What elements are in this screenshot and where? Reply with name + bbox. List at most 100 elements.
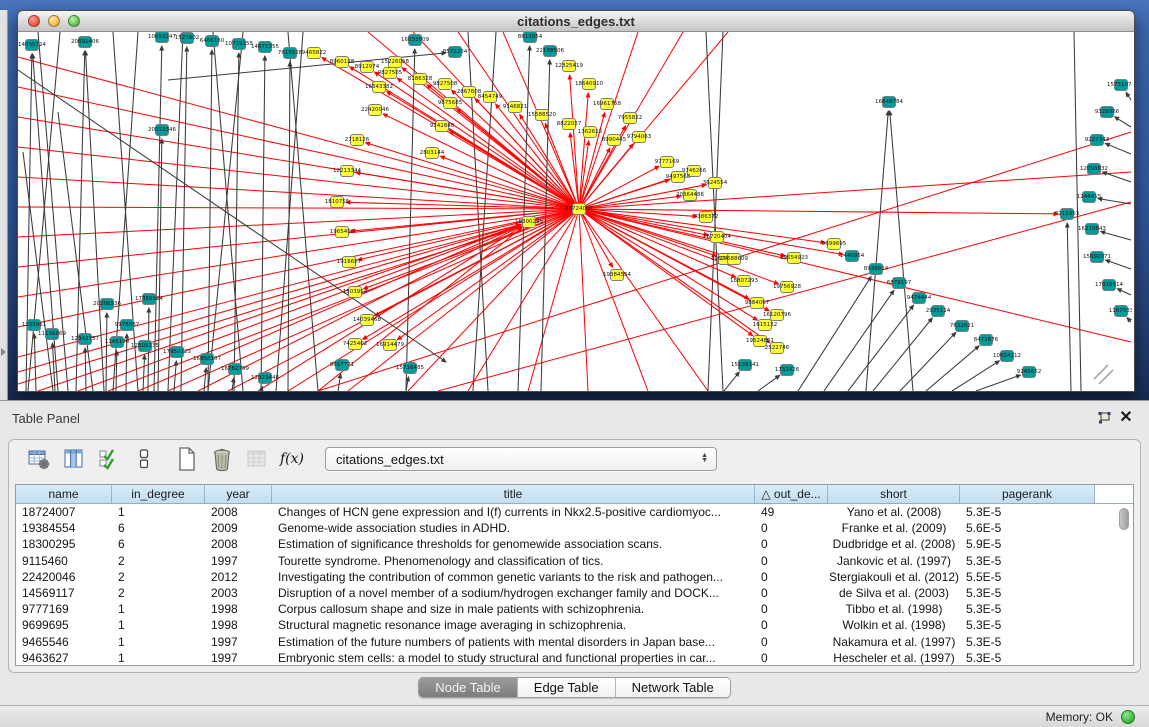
graph-edge[interactable] [579,209,588,391]
table-scrollbar[interactable] [1118,506,1130,663]
graph-edge[interactable] [85,348,86,391]
graph-edge[interactable] [208,50,212,391]
graph-edge[interactable] [926,346,979,391]
create-column-button[interactable] [173,445,201,473]
graph-edge[interactable] [1105,260,1131,269]
table-row[interactable]: 946554611997Estimation of the future num… [16,634,1133,650]
cell-title: Embryonic stem cells: a model to study s… [272,650,755,666]
show-columns-button[interactable] [60,445,88,473]
graph-edge[interactable] [758,375,780,391]
graph-edge[interactable] [18,177,579,209]
row-height-button[interactable] [130,445,158,473]
cell-pagerank: 5.5E-5 [960,569,1095,585]
graph-edge[interactable] [261,56,265,391]
memory-ok-indicator-icon [1121,710,1135,724]
graph-edge[interactable] [1102,172,1131,182]
graph-edge[interactable] [168,53,446,80]
panel-expand-arrow-icon[interactable] [1,348,6,356]
column-header-year[interactable]: year [205,485,272,503]
graph-edge[interactable] [363,209,579,339]
graph-edge[interactable] [1105,143,1131,154]
graph-node-label: 20691406 [71,39,99,45]
table-row[interactable]: 1872400712008Changes of HCN gene express… [16,504,1133,520]
graph-edge[interactable] [976,375,1021,391]
selection-mode-button[interactable] [95,445,123,473]
graph-edge[interactable] [579,209,708,391]
graph-edge[interactable] [18,209,579,237]
graph-edge[interactable] [724,372,739,391]
graph-edge[interactable] [181,47,187,391]
graph-edge[interactable] [579,196,681,209]
cell-year: 2009 [205,520,272,536]
function-builder-button[interactable]: f(x) [278,445,306,473]
graph-edge[interactable] [106,313,107,391]
cell-in_degree: 1 [112,634,205,650]
column-header-name[interactable]: name [16,485,112,503]
graph-edge[interactable] [890,111,913,391]
tab-network-table[interactable]: Network Table [616,678,730,697]
column-header-title[interactable]: title [272,485,755,503]
graph-edge[interactable] [848,305,914,391]
column-header-out_de[interactable]: △ out_de... [755,485,828,503]
graph-node-label: 1527602 [175,35,200,41]
graph-edge[interactable] [866,111,888,391]
graph-edge[interactable] [143,355,145,391]
graph-edge[interactable] [1101,231,1131,240]
table-row[interactable]: 977716911998Corpus callosum shape and si… [16,601,1133,617]
cell-out_degree: 49 [755,504,828,520]
graph-edge[interactable] [34,334,36,391]
graph-edge[interactable] [18,209,579,267]
scrollbar-thumb[interactable] [1119,508,1129,530]
network-window-titlebar[interactable]: citations_edges.txt [18,11,1134,32]
graph-edge[interactable] [116,351,117,391]
graph-edge[interactable] [952,361,999,391]
cell-name: 14569117 [16,585,112,601]
tab-node-table[interactable]: Node Table [419,678,518,697]
graph-edge[interactable] [1067,223,1071,391]
graph-node-label: 8471676 [974,337,999,343]
close-panel-button[interactable]: ✕ [1115,408,1137,428]
graph-edge[interactable] [1127,318,1131,322]
table-selector-dropdown[interactable]: citations_edges.txt ▲▼ [325,447,717,471]
citation-network-graph[interactable]: 1872400718300295977716997462669497568362… [18,32,1132,391]
graph-edge[interactable] [338,374,341,391]
graph-edge[interactable] [18,225,520,372]
column-header-pagerank[interactable]: pagerank [960,485,1095,503]
delete-column-button[interactable] [208,445,236,473]
column-header-short[interactable]: short [828,485,960,503]
graph-edge[interactable] [579,209,785,256]
table-mode-button[interactable] [25,445,53,473]
table-row[interactable]: 946362711997Embryonic stem cells: a mode… [16,650,1133,666]
graph-edge[interactable] [798,277,871,391]
graph-edge[interactable] [168,32,183,391]
table-row[interactable]: 969969511998Structural magnetic resonanc… [16,617,1133,633]
graph-node-label: 7425402 [343,341,368,347]
graph-edge[interactable] [26,54,32,391]
tab-edge-table[interactable]: Edge Table [518,678,616,697]
network-canvas[interactable]: 1872400718300295977716997462669497568362… [18,32,1134,391]
graph-edge[interactable] [579,172,1131,209]
graph-edge[interactable] [18,57,579,209]
graph-node-label: 11156869 [38,331,66,337]
float-window-icon[interactable] [1093,408,1115,428]
table-row[interactable]: 1938455462009Genome-wide association stu… [16,520,1133,536]
graph-edge[interactable] [579,209,648,391]
table-row[interactable]: 911546021997Tourette syndrome. Phenomeno… [16,553,1133,569]
graph-edge[interactable] [1117,289,1131,295]
graph-edge[interactable] [18,207,579,209]
table-row[interactable]: 1456911722003Disruption of a novel membe… [16,585,1133,601]
cell-short: Dudbridge et al. (2008) [828,536,960,552]
graph-edge[interactable] [873,318,932,391]
cell-name: 9463627 [16,650,112,666]
graph-edge[interactable] [579,209,1131,342]
graph-edge[interactable] [1098,198,1131,204]
graph-edge[interactable] [1115,117,1131,127]
cell-short: de Silva et al. (2003) [828,585,960,601]
graph-edge[interactable] [1126,92,1131,100]
cell-title: Changes of HCN gene expression and I(f) … [272,504,755,520]
delete-table-button[interactable] [243,445,271,473]
column-header-in_degree[interactable]: in_degree [112,485,205,503]
graph-edge[interactable] [348,209,579,391]
table-row[interactable]: 2242004622012Investigating the contribut… [16,569,1133,585]
table-row[interactable]: 1830029562008Estimation of significance … [16,536,1133,552]
